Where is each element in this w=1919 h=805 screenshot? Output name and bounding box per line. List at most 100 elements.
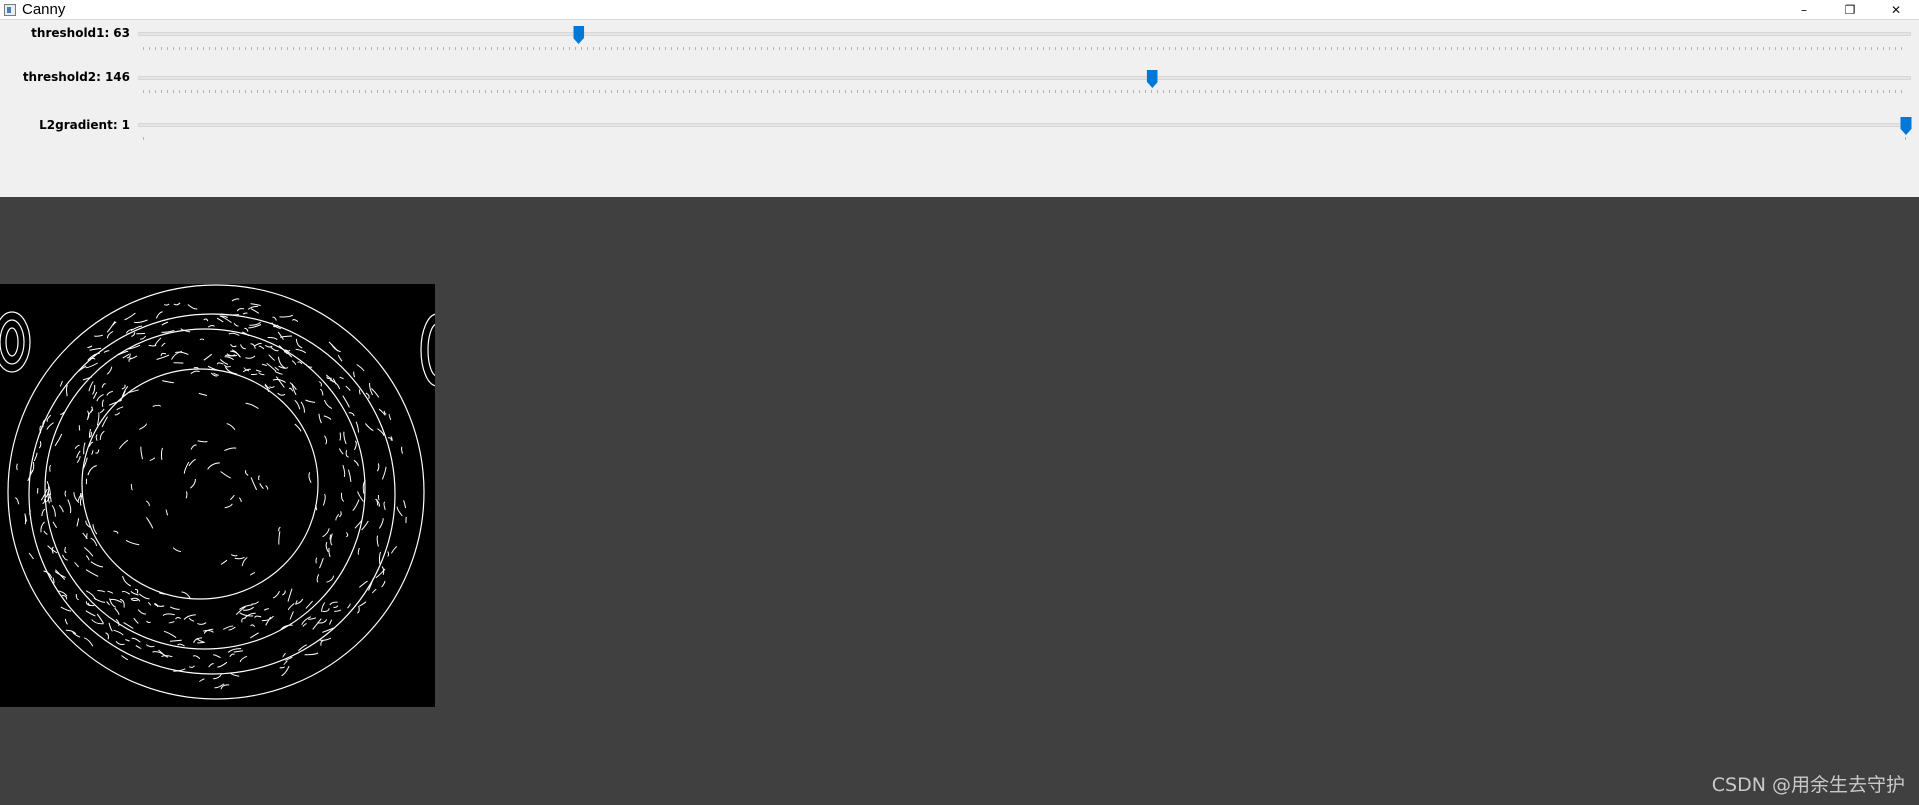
edge-segment [43,530,48,535]
edge-segment [154,337,162,347]
edge-segment [387,551,390,557]
edge-segment [230,554,238,557]
edge-segment [188,665,195,668]
edge-segment [38,441,42,449]
edge-segment [162,380,174,384]
edge-segment [125,539,140,546]
edge-segment [267,336,278,340]
edge-segment [113,530,119,534]
window-controls: – ❐ ✕ [1781,0,1919,19]
edge-segment [291,360,297,365]
edge-segment [135,644,142,650]
edge-segment [24,513,27,525]
edge-segment [145,644,155,648]
edge-segment [325,541,329,553]
edge-segment [90,537,98,547]
edge-segment [259,483,264,490]
edge-segment [302,623,307,627]
edge-segment [224,356,234,361]
edge-segment [90,406,93,413]
edge-segment [85,555,90,561]
restore-button[interactable]: ❐ [1827,0,1873,19]
edge-map-graphic [0,284,435,700]
edge-segment [304,652,319,656]
edge-segment [244,470,249,476]
edge-segment [114,412,121,416]
trackbar-panel: threshold1: 63 threshold2: 146 L2gradient:… [0,20,1919,197]
edge-segment [258,372,265,376]
edge-segment [272,590,280,599]
trackbar-thumb-threshold2[interactable] [1146,70,1158,88]
edge-segment [89,347,102,351]
trackbar-track-threshold2[interactable] [138,76,1911,80]
edge-segment [96,393,104,402]
edge-segment [101,383,106,388]
edge-segment [99,408,105,414]
edge-segment [388,413,392,420]
edge-segment [278,531,281,545]
edge-segment [190,370,200,375]
edge-segment [329,601,338,606]
trackbar-thumb-l2gradient[interactable] [1900,117,1912,135]
edge-segment [274,366,280,371]
edge-segment [76,518,80,527]
edge-segment [322,528,330,538]
edge-segment [155,311,163,319]
edge-segment [83,547,94,557]
edge-segment [376,499,379,506]
edge-segment [381,580,386,588]
edge-segment [152,404,162,407]
edge-segment [46,414,52,422]
edge-segment [268,354,275,361]
edge-segment [353,371,356,378]
edge-segment [76,456,81,463]
edge-segment [172,547,182,553]
edge-segment [199,678,205,682]
edge-segment [261,363,267,366]
edge-segment [347,603,351,609]
edge-segment [58,504,64,513]
edge-segment [251,601,259,605]
edge-segment [396,506,403,517]
edge-segment [133,319,148,324]
edge-segment [95,449,100,454]
edge-segment [287,603,295,611]
edge-segment [130,484,133,491]
edge-segment [216,317,224,323]
edge-segment [358,580,368,588]
trackbar-value: 63 [113,26,130,40]
trackbar-ticks [143,137,1906,140]
edge-segment [212,654,221,659]
trackbar-label-threshold2: threshold2: 146 [23,70,130,84]
edge-segment [261,615,274,622]
edge-segment [295,348,307,354]
edge-segment [361,520,369,531]
edge-segment [250,624,256,628]
edge-segment [96,412,100,426]
trackbar-thumb-threshold1[interactable] [573,26,585,44]
edge-segment [333,605,339,608]
edge-segment [291,383,297,396]
edge-segment [147,601,152,606]
trackbar-track-threshold1[interactable] [138,32,1911,36]
edge-segment [231,298,240,302]
edge-segment [346,532,349,538]
trackbar-value: 1 [121,118,130,132]
edge-segment [188,459,196,467]
edge-segment [101,399,104,407]
edge-segment [169,606,180,610]
close-button[interactable]: ✕ [1873,0,1919,19]
edge-segment [94,334,104,337]
edge-segment [40,521,45,533]
edge-segment [116,406,124,411]
edge-segment [345,450,349,458]
trackbar-track-l2gradient[interactable] [138,123,1911,127]
edge-segment [145,517,154,529]
edge-segment [305,399,316,403]
edge-segment [250,308,260,314]
edge-segment [124,312,136,321]
edge-segment [185,491,188,499]
edge-segment [65,618,68,625]
minimize-button[interactable]: – [1781,0,1827,19]
edge-segment [54,571,66,579]
